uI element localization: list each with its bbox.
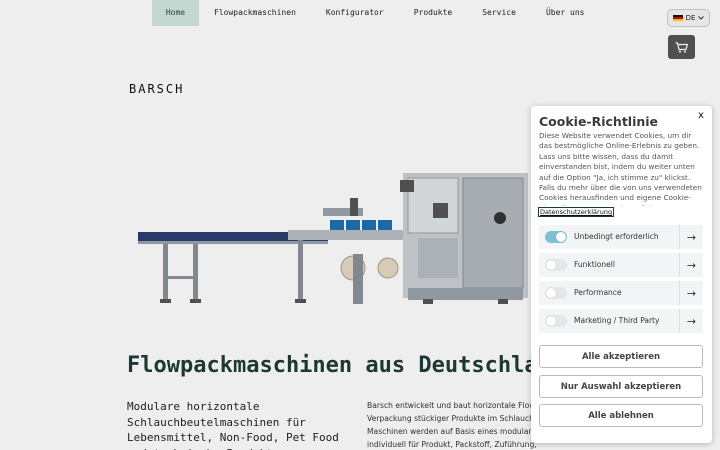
close-icon[interactable]: x	[698, 110, 704, 121]
reject-all-button[interactable]: Alle ablehnen	[539, 404, 703, 427]
cookie-category-performance[interactable]: Performance →	[539, 281, 703, 305]
toggle-label: Funktionell	[574, 260, 615, 269]
cookie-dialog: Cookie-Richtlinie x Diese Website verwen…	[531, 106, 712, 443]
arrow-right-icon[interactable]: →	[679, 253, 703, 277]
cookie-description: Diese Website verwendet Cookies, um dir …	[539, 131, 702, 206]
toggle-switch[interactable]	[545, 287, 567, 299]
accept-all-button[interactable]: Alle akzeptieren	[539, 345, 703, 368]
cookie-title: Cookie-Richtlinie	[539, 114, 659, 129]
arrow-right-icon[interactable]: →	[679, 225, 703, 249]
arrow-right-icon[interactable]: →	[679, 309, 703, 333]
arrow-right-icon[interactable]: →	[679, 281, 703, 305]
toggle-label: Marketing / Third Party	[574, 316, 660, 325]
accept-selection-button[interactable]: Nur Auswahl akzeptieren	[539, 375, 703, 398]
toggle-label: Performance	[574, 288, 622, 297]
toggle-switch[interactable]	[545, 315, 567, 327]
toggle-switch[interactable]	[545, 259, 567, 271]
cookie-category-marketing[interactable]: Marketing / Third Party →	[539, 309, 703, 333]
cookie-category-necessary[interactable]: Unbedingt erforderlich →	[539, 225, 703, 249]
toggle-switch[interactable]	[545, 231, 567, 243]
privacy-policy-link[interactable]: Datenschutzerklärung	[538, 207, 615, 217]
cookie-category-functional[interactable]: Funktionell →	[539, 253, 703, 277]
toggle-label: Unbedingt erforderlich	[574, 232, 659, 241]
